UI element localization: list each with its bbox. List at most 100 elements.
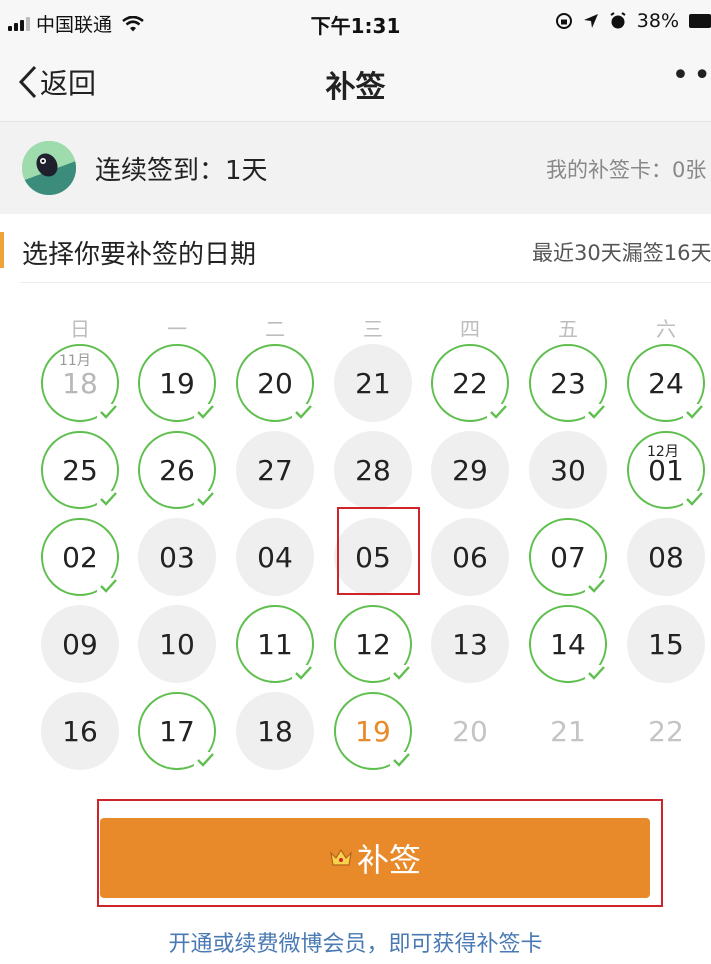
calendar-day: 20	[431, 692, 509, 770]
weekday-label: 日	[70, 317, 90, 341]
calendar-day[interactable]: 18 11月	[41, 344, 119, 422]
calendar-day[interactable]: 01 12月	[627, 431, 705, 509]
calendar-day[interactable]: 28	[334, 431, 412, 509]
calendar-day[interactable]: 18	[236, 692, 314, 770]
month-tag: 12月	[647, 444, 679, 460]
day-number: 02	[62, 540, 98, 574]
day-number: 26	[159, 453, 195, 487]
day-number: 06	[452, 540, 488, 574]
battery-percent: 38%	[636, 10, 679, 32]
day-number: 07	[550, 540, 586, 574]
calendar-day[interactable]: 29	[431, 431, 509, 509]
nav-bar: 返回 补签 ••	[0, 44, 711, 122]
checkmark-icon	[292, 404, 314, 420]
more-icon[interactable]: ••	[672, 58, 711, 93]
makeup-checkin-button[interactable]: 补签	[100, 818, 650, 898]
day-number: 22	[648, 714, 684, 748]
checkmark-icon	[97, 404, 119, 420]
calendar-day[interactable]: 04	[236, 518, 314, 596]
checkmark-icon	[194, 752, 216, 768]
day-number: 15	[648, 627, 684, 661]
checkmark-icon	[585, 404, 607, 420]
weekday-label: 二	[265, 317, 285, 341]
divider	[20, 282, 711, 283]
status-bar: 中国联通 下午1:31 38%	[0, 0, 711, 44]
calendar-day[interactable]: 30	[529, 431, 607, 509]
day-number: 21	[355, 366, 391, 400]
calendar-day[interactable]: 12	[334, 605, 412, 683]
makeup-card-count: 我的补签卡：0张	[546, 158, 707, 182]
day-number: 28	[355, 453, 391, 487]
calendar-day[interactable]: 24	[627, 344, 705, 422]
checkmark-icon	[194, 491, 216, 507]
makeup-button-label: 补签	[356, 841, 421, 879]
day-number: 11	[257, 627, 293, 661]
day-number: 09	[62, 627, 98, 661]
calendar-day[interactable]: 08	[627, 518, 705, 596]
streak-count: 连续签到：1天	[95, 156, 268, 186]
checkmark-icon	[585, 578, 607, 594]
day-number: 14	[550, 627, 586, 661]
battery-icon	[689, 14, 711, 28]
calendar-day[interactable]: 09	[41, 605, 119, 683]
day-number: 12	[355, 627, 391, 661]
day-number: 04	[257, 540, 293, 574]
checkmark-icon	[97, 578, 119, 594]
crown-icon	[330, 848, 352, 866]
day-number: 17	[159, 714, 195, 748]
checkmark-icon	[683, 491, 705, 507]
day-number: 21	[550, 714, 586, 748]
vip-link[interactable]: 开通或续费微博会员，即可获得补签卡	[0, 926, 711, 958]
calendar-day[interactable]: 10	[138, 605, 216, 683]
calendar-day[interactable]: 06	[431, 518, 509, 596]
calendar-day[interactable]: 11	[236, 605, 314, 683]
month-tag: 11月	[59, 353, 91, 369]
highlight-box	[337, 507, 420, 595]
checkmark-icon	[97, 491, 119, 507]
location-icon	[583, 14, 598, 28]
calendar-day[interactable]: 14	[529, 605, 607, 683]
status-right: 38%	[555, 10, 711, 32]
calendar-day[interactable]: 27	[236, 431, 314, 509]
calendar-day[interactable]: 03	[138, 518, 216, 596]
calendar-day[interactable]: 23	[529, 344, 607, 422]
day-number: 27	[257, 453, 293, 487]
calendar-day[interactable]: 16	[41, 692, 119, 770]
calendar-day[interactable]: 02	[41, 518, 119, 596]
checkmark-icon	[390, 665, 412, 681]
day-number: 13	[452, 627, 488, 661]
weekday-label: 五	[558, 317, 578, 341]
calendar-day[interactable]: 20	[236, 344, 314, 422]
day-number: 29	[452, 453, 488, 487]
calendar-day[interactable]: 13	[431, 605, 509, 683]
calendar-day[interactable]: 21	[334, 344, 412, 422]
day-number: 20	[257, 366, 293, 400]
day-number: 18	[257, 714, 293, 748]
calendar-day[interactable]: 26	[138, 431, 216, 509]
select-date-label: 选择你要补签的日期	[22, 240, 257, 270]
calendar-day[interactable]: 19	[334, 692, 412, 770]
checkmark-icon	[390, 752, 412, 768]
calendar-day[interactable]: 19	[138, 344, 216, 422]
day-number: 20	[452, 714, 488, 748]
streak-row: 连续签到：1天 我的补签卡：0张	[0, 122, 711, 214]
calendar-day[interactable]: 25	[41, 431, 119, 509]
calendar-day[interactable]: 15	[627, 605, 705, 683]
day-number: 25	[62, 453, 98, 487]
day-number: 30	[550, 453, 586, 487]
checkmark-icon	[194, 404, 216, 420]
alarm-icon	[610, 12, 626, 29]
day-number: 08	[648, 540, 684, 574]
day-number: 16	[62, 714, 98, 748]
calendar-day[interactable]: 07	[529, 518, 607, 596]
page-title: 补签	[325, 70, 386, 105]
select-date-header: 选择你要补签的日期 最近30天漏签16天	[0, 214, 711, 284]
avatar[interactable]	[22, 141, 76, 195]
rotation-lock-icon	[555, 13, 572, 29]
day-number: 23	[550, 366, 586, 400]
weekday-label: 一	[167, 317, 187, 341]
checkmark-icon	[292, 665, 314, 681]
checkmark-icon	[585, 665, 607, 681]
calendar-day[interactable]: 17	[138, 692, 216, 770]
calendar-day[interactable]: 22	[431, 344, 509, 422]
